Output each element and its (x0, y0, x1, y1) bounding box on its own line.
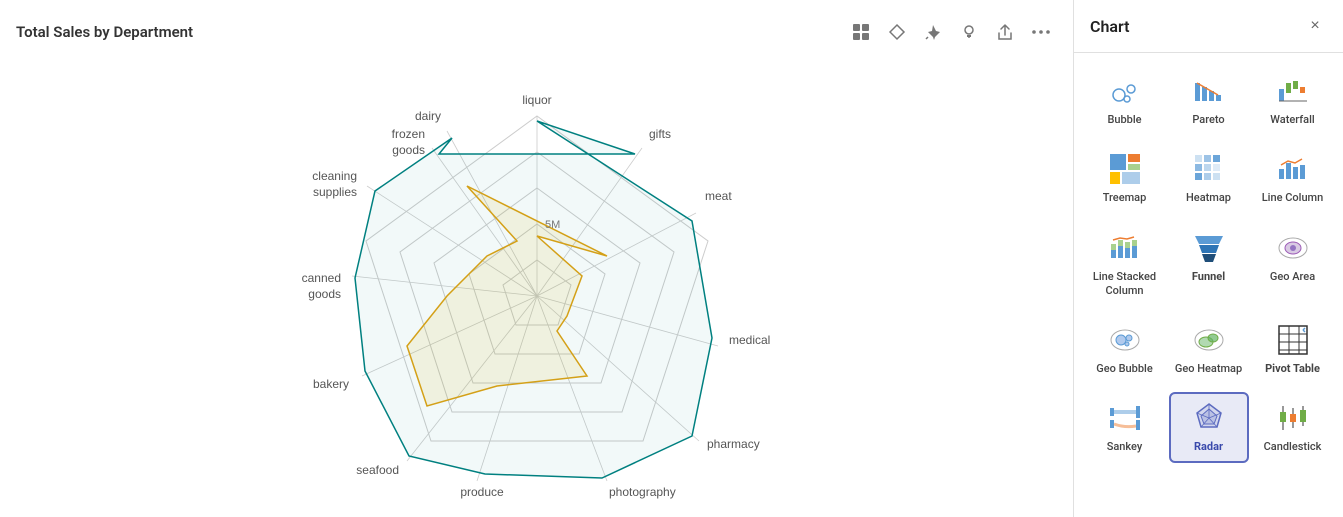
pivot-table-icon (1275, 322, 1311, 358)
chart-type-geo-bubble[interactable]: Geo Bubble (1085, 314, 1165, 384)
chart-type-waterfall[interactable]: Waterfall (1253, 65, 1333, 135)
label-photography: photography (609, 485, 676, 499)
side-panel: Chart × Bubble (1073, 0, 1343, 517)
label-dairy: dairy (414, 109, 440, 123)
chart-type-line-stacked-column[interactable]: Line Stacked Column (1085, 222, 1165, 307)
label-liquor: liquor (522, 93, 551, 107)
header: Total Sales by Department (16, 16, 1057, 48)
panel-title: Chart (1090, 17, 1130, 36)
radar-label: Radar (1194, 440, 1223, 454)
lightbulb-button[interactable] (953, 16, 985, 48)
line-column-label: Line Column (1262, 191, 1324, 205)
radar-chart: 5M liquor meat medical pharmacy photogra… (177, 56, 897, 516)
chart-type-bubble[interactable]: Bubble (1085, 65, 1165, 135)
label-frozen-goods: frozen (391, 127, 424, 141)
pareto-label: Pareto (1192, 113, 1224, 127)
funnel-label: Funnel (1192, 270, 1225, 284)
label-canned-goods: canned (301, 271, 340, 285)
bubble-label: Bubble (1107, 113, 1141, 127)
geo-area-label: Geo Area (1270, 270, 1315, 284)
label-bakery: bakery (312, 377, 348, 391)
value-ring-label: 5M (545, 219, 560, 231)
chart-type-geo-heatmap[interactable]: Geo Heatmap (1169, 314, 1249, 384)
radar-icon (1191, 400, 1227, 436)
close-button[interactable]: × (1303, 14, 1327, 38)
geo-bubble-label: Geo Bubble (1096, 362, 1152, 376)
label-cleaning-supplies: cleaning (312, 169, 357, 183)
label-pharmacy: pharmacy (707, 437, 760, 451)
heatmap-icon (1191, 151, 1227, 187)
heatmap-label: Heatmap (1186, 191, 1231, 205)
label-canned-goods-2: goods (308, 287, 341, 301)
chart-type-line-column[interactable]: Line Column (1253, 143, 1333, 213)
geo-area-icon (1275, 230, 1311, 266)
label-gifts: gifts (649, 127, 671, 141)
candlestick-icon (1275, 400, 1311, 436)
candlestick-label: Candlestick (1264, 440, 1322, 454)
chart-type-candlestick[interactable]: Candlestick (1253, 392, 1333, 462)
line-stacked-column-label: Line Stacked Column (1091, 270, 1159, 299)
waterfall-label: Waterfall (1270, 113, 1314, 127)
chart-type-pivot-table[interactable]: Pivot Table (1253, 314, 1333, 384)
funnel-icon (1191, 230, 1227, 266)
label-medical: medical (729, 333, 770, 347)
treemap-icon (1107, 151, 1143, 187)
grid-button[interactable] (845, 16, 877, 48)
line-stacked-column-icon (1107, 230, 1143, 266)
chart-type-geo-area[interactable]: Geo Area (1253, 222, 1333, 307)
chart-type-radar[interactable]: Radar (1169, 392, 1249, 462)
geo-bubble-icon (1107, 322, 1143, 358)
label-meat: meat (705, 189, 732, 203)
diamond-button[interactable] (881, 16, 913, 48)
treemap-label: Treemap (1103, 191, 1147, 205)
toolbar (845, 16, 1057, 48)
label-frozen-goods-2: goods (392, 143, 425, 157)
bubble-icon (1107, 73, 1143, 109)
geo-heatmap-icon (1191, 322, 1227, 358)
pareto-icon (1191, 73, 1227, 109)
label-seafood: seafood (356, 463, 399, 477)
chart-type-pareto[interactable]: Pareto (1169, 65, 1249, 135)
panel-grid: Bubble Pareto (1074, 53, 1343, 517)
main-area: Total Sales by Department (0, 0, 1073, 517)
pivot-table-label: Pivot Table (1265, 362, 1320, 376)
chart-type-treemap[interactable]: Treemap (1085, 143, 1165, 213)
waterfall-icon (1275, 73, 1311, 109)
pin-button[interactable] (917, 16, 949, 48)
share-button[interactable] (989, 16, 1021, 48)
chart-type-funnel[interactable]: Funnel (1169, 222, 1249, 307)
chart-title: Total Sales by Department (16, 23, 193, 41)
chart-type-heatmap[interactable]: Heatmap (1169, 143, 1249, 213)
label-cleaning-supplies-2: supplies (312, 185, 356, 199)
geo-heatmap-label: Geo Heatmap (1175, 362, 1242, 376)
more-button[interactable] (1025, 16, 1057, 48)
chart-type-sankey[interactable]: Sankey (1085, 392, 1165, 462)
line-column-icon (1275, 151, 1311, 187)
label-produce: produce (460, 485, 504, 499)
chart-container: 5M liquor meat medical pharmacy photogra… (16, 56, 1057, 516)
sankey-icon (1107, 400, 1143, 436)
chart-type-grid: Bubble Pareto (1082, 65, 1335, 463)
panel-header: Chart × (1074, 0, 1343, 53)
sankey-label: Sankey (1107, 440, 1143, 454)
